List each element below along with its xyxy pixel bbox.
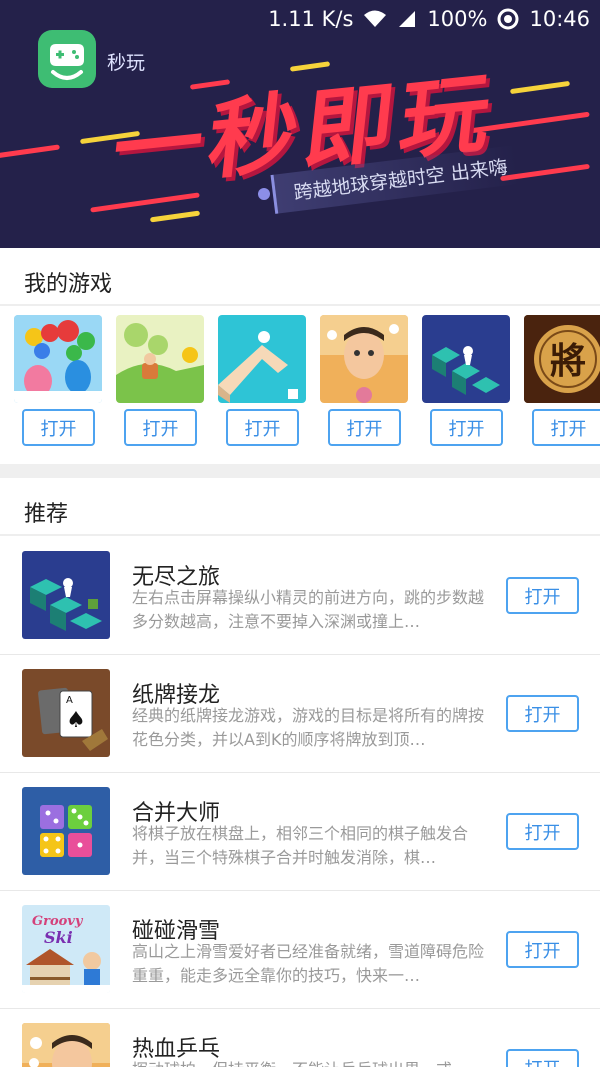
ski-logo-line2: Ski [44,928,73,947]
app-name: 秒玩 [107,52,146,74]
section-divider [0,304,600,306]
chess-glyph: 將 [550,340,586,382]
ping-pong-cartoon-icon[interactable] [320,315,408,403]
open-button[interactable]: 打开 [124,409,197,446]
game-description: 将棋子放在棋盘上，相邻三个相同的棋子触发合并，当三个特殊棋子合并时触发消除，棋… [132,824,469,867]
game-description: 挥动球拍，保持平衡，不能让乒乓球出界，或… [132,1058,484,1067]
list-item[interactable]: A ♠ 纸牌接龙 经典的纸牌接龙游戏，游戏的目标是将所有的牌按花色分类，并以A到… [0,655,600,773]
endless-journey-icon[interactable] [422,315,510,403]
card-suit: ♠ [66,708,86,733]
game-description: 左右点击屏幕操纵小精灵的前进方向，跳的步数越多分数越高，注意不要掉入深渊或撞上… [132,588,484,631]
gamepad-icon[interactable] [38,30,96,88]
my-game-item[interactable]: 將 打开 [524,315,600,446]
signal-icon [397,9,417,29]
list-item[interactable]: 热血乒乓 挥动球拍，保持平衡，不能让乒乓球出界，或… 打开 [0,1009,600,1067]
game-description: 经典的纸牌接龙游戏，游戏的目标是将所有的牌按花色分类，并以A到K的顺序将牌放到顶… [132,706,484,749]
my-game-item[interactable]: 打开 [422,315,512,446]
solitaire-card-icon[interactable]: A ♠ [22,669,110,757]
open-button[interactable]: 打开 [328,409,401,446]
battery-level: 100% [427,7,488,31]
alarm-icon [497,8,519,30]
recommended-title: 推荐 [24,502,69,527]
tagline-dot [258,188,270,200]
open-button[interactable]: 打开 [226,409,299,446]
chinese-chess-icon[interactable]: 將 [524,315,600,403]
network-speed: 1.11 K/s [268,7,354,31]
section-gap [0,464,600,478]
list-item[interactable]: 无尽之旅 左右点击屏幕操纵小精灵的前进方向，跳的步数越多分数越高，注意不要掉入深… [0,537,600,655]
ski-logo-line1: Groovy [32,914,84,929]
my-game-item[interactable]: 打开 [116,315,206,446]
open-button[interactable]: 打开 [506,931,579,968]
maze-runner-icon[interactable] [218,315,306,403]
open-button[interactable]: 打开 [22,409,95,446]
groovy-ski-icon[interactable]: Groovy Ski [22,905,110,993]
list-item[interactable]: 合并大师 将棋子放在棋盘上，相邻三个相同的棋子触发合并，当三个特殊棋子合并时触发… [0,773,600,891]
bubble-shooter-icon[interactable] [14,315,102,403]
my-game-item[interactable]: 打开 [14,315,104,446]
my-games-title: 我的游戏 [24,272,113,297]
endless-journey-icon[interactable] [22,551,110,639]
banner-streak [149,210,201,223]
island-adventure-icon[interactable] [116,315,204,403]
clock: 10:46 [529,7,590,31]
dice-merge-icon[interactable] [22,787,110,875]
game-description: 高山之上滑雪爱好者已经准备就绪，雪道障碍危险重重，能走多远全靠你的技巧，快来一… [132,942,484,985]
open-button[interactable]: 打开 [430,409,503,446]
list-item[interactable]: Groovy Ski 碰碰滑雪 高山之上滑雪爱好者已经准备就绪，雪道障碍危险重重… [0,891,600,1009]
open-button[interactable]: 打开 [506,1049,579,1067]
banner-streak [0,144,60,161]
ping-pong-cartoon-icon[interactable] [22,1023,110,1067]
card-rank: A [66,695,73,706]
open-button[interactable]: 打开 [506,695,579,732]
my-games-row[interactable]: 打开 打开 打开 打开 打开 將 打开 [14,315,600,450]
wifi-icon [363,9,387,29]
open-button[interactable]: 打开 [532,409,600,446]
open-button[interactable]: 打开 [506,577,579,614]
my-game-item[interactable]: 打开 [218,315,308,446]
open-button[interactable]: 打开 [506,813,579,850]
section-divider [0,534,600,536]
header-banner: 1.11 K/s 100% 10:46 秒玩 一秒即玩 跨越地球穿越时空 出来嗨 [0,0,600,248]
my-game-item[interactable]: 打开 [320,315,410,446]
